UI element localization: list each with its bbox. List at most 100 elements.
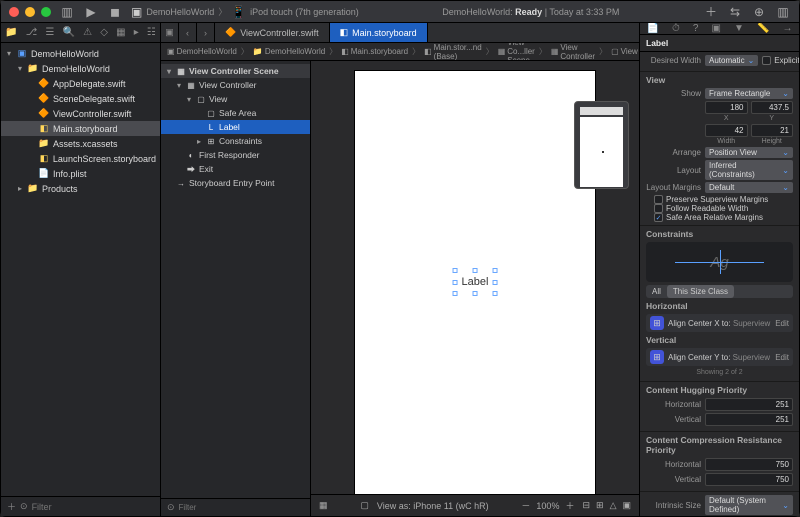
editor-tab[interactable]: ◧Main.storyboard xyxy=(330,23,428,42)
report-nav-icon[interactable]: ☷ xyxy=(147,27,156,38)
file-row[interactable]: ▸📁Products xyxy=(1,181,160,196)
file-row[interactable]: 🔶ViewController.swift xyxy=(1,106,160,121)
inspector-toggle-icon[interactable]: ▥ xyxy=(775,4,791,20)
y-field[interactable]: 437.5 xyxy=(751,101,794,114)
navigator-tabs[interactable]: 📁 ⎇ ☰ 🔍 ⚠ ◇ ▦ ▸ ☷ xyxy=(1,23,160,43)
jump-item[interactable]: View xyxy=(621,47,638,56)
history-insp-icon[interactable]: ⏱ xyxy=(672,23,680,34)
outline-toggle-icon[interactable]: ▦ xyxy=(319,500,328,511)
outline-filter[interactable] xyxy=(179,503,304,512)
close-button[interactable] xyxy=(9,7,19,17)
jump-item[interactable]: View Controller xyxy=(560,43,595,61)
desired-width-auto[interactable]: Automatic xyxy=(705,55,758,66)
safe-area-checkbox[interactable]: ✓ xyxy=(654,213,663,222)
layout-popup[interactable]: Inferred (Constraints) xyxy=(705,160,793,180)
jump-item[interactable]: DemoHelloWorld xyxy=(177,47,237,56)
find-nav-icon[interactable]: 🔍 xyxy=(63,27,75,38)
scheme-selector[interactable]: ▣ DemoHelloWorld 〉 📱 iPod touch (7th gen… xyxy=(131,5,359,19)
pin-icon[interactable]: ⊞ xyxy=(596,500,604,511)
identity-insp-icon[interactable]: ▣ xyxy=(711,23,720,34)
comp-h-field[interactable]: 750 xyxy=(705,458,793,471)
preserve-margins-checkbox[interactable] xyxy=(654,195,663,204)
edit-constraint-button-v[interactable]: Edit xyxy=(775,353,789,362)
attributes-insp-icon[interactable]: ▼ xyxy=(734,23,744,34)
issue-nav-icon[interactable]: ⚠ xyxy=(83,27,92,38)
jump-item[interactable]: Main.storyboard xyxy=(351,47,408,56)
nav-fwd-icon[interactable]: › xyxy=(197,23,215,42)
outline-row[interactable]: ▾▦View Controller Scene xyxy=(161,64,310,78)
explicit-checkbox[interactable] xyxy=(762,56,771,65)
constraint-row-h[interactable]: ⊞ Align Center X to: Superview Edit xyxy=(646,314,793,332)
back-button[interactable]: ▣ xyxy=(161,23,179,42)
zoom-value[interactable]: 100% xyxy=(536,501,559,511)
file-insp-icon[interactable]: 📄 xyxy=(647,23,659,34)
outline-tree[interactable]: ▾▦View Controller Scene▾▦View Controller… xyxy=(161,61,310,498)
help-insp-icon[interactable]: ? xyxy=(693,23,699,34)
jump-item[interactable]: DemoHelloWorld xyxy=(265,47,325,56)
file-tree[interactable]: ▾▣DemoHelloWorld▾📁DemoHelloWorld🔶AppDele… xyxy=(1,43,160,496)
inspector-tabs[interactable]: 📄 ⏱ ? ▣ ▼ 📏 → xyxy=(640,23,799,35)
outline-row[interactable]: ▾▢View xyxy=(161,92,310,106)
outline-row[interactable]: LLabel xyxy=(161,120,310,134)
file-row[interactable]: 🔶AppDelegate.swift xyxy=(1,76,160,91)
resolve-icon[interactable]: △ xyxy=(610,500,617,511)
x-field[interactable]: 180 xyxy=(705,101,748,114)
margins-popup[interactable]: Default xyxy=(705,182,793,193)
ib-canvas[interactable]: → Label xyxy=(311,61,639,516)
selected-label[interactable]: Label xyxy=(460,275,491,289)
size-class-segment[interactable]: AllThis Size Class xyxy=(646,285,793,298)
align-icon[interactable]: ⊟ xyxy=(582,500,590,511)
device-config-icon[interactable]: ▢ xyxy=(360,500,369,511)
sidebar-toggle-icon[interactable]: ▥ xyxy=(59,4,75,20)
file-row[interactable]: ◧LaunchScreen.storyboard xyxy=(1,151,160,166)
navigator-filter[interactable] xyxy=(32,502,154,512)
test-nav-icon[interactable]: ◇ xyxy=(100,27,108,38)
stop-button[interactable]: ◼ xyxy=(107,4,123,20)
intrinsic-popup[interactable]: Default (System Defined) xyxy=(705,495,793,515)
editor-options-button[interactable]: ⇆ xyxy=(727,4,743,20)
jump-item[interactable]: Main.stor...nd (Base) xyxy=(434,43,482,61)
add-file-icon[interactable]: ＋ xyxy=(7,500,16,513)
folder-nav-icon[interactable]: 📁 xyxy=(5,27,17,38)
readable-width-checkbox[interactable] xyxy=(654,204,663,213)
filter-scope-icon[interactable]: ⊙ xyxy=(20,501,28,512)
run-button[interactable]: ▶ xyxy=(83,4,99,20)
zoom-button[interactable] xyxy=(41,7,51,17)
constraint-overview[interactable]: Ag xyxy=(646,242,793,282)
size-insp-icon[interactable]: 📏 xyxy=(757,23,769,34)
jump-item[interactable]: View Co...ller Scene xyxy=(507,43,535,61)
hug-h-field[interactable]: 251 xyxy=(705,398,793,411)
nav-back-icon[interactable]: ‹ xyxy=(179,23,197,42)
bp-nav-icon[interactable]: ▸ xyxy=(134,27,139,38)
height-field[interactable]: 21 xyxy=(751,124,794,137)
outline-row[interactable]: ⮕Exit xyxy=(161,162,310,176)
symbol-nav-icon[interactable]: ☰ xyxy=(45,27,54,38)
library-button[interactable]: ⊕ xyxy=(751,4,767,20)
zoom-out-icon[interactable]: － xyxy=(521,499,530,512)
scm-nav-icon[interactable]: ⎇ xyxy=(26,27,38,38)
outline-row[interactable]: ▾▦View Controller xyxy=(161,78,310,92)
outline-row[interactable]: ▸⊞Constraints xyxy=(161,134,310,148)
debug-nav-icon[interactable]: ▦ xyxy=(116,27,125,38)
add-editor-button[interactable]: ＋ xyxy=(703,4,719,20)
embed-icon[interactable]: ▣ xyxy=(622,500,631,511)
file-row[interactable]: ◧Main.storyboard xyxy=(1,121,160,136)
zoom-in-icon[interactable]: ＋ xyxy=(565,499,574,512)
minimap[interactable] xyxy=(574,101,629,189)
outline-row[interactable]: ◐First Responder xyxy=(161,148,310,162)
connections-insp-icon[interactable]: → xyxy=(782,23,792,34)
constraint-row-v[interactable]: ⊞ Align Center Y to: Superview Edit xyxy=(646,348,793,366)
view-as-label[interactable]: View as: iPhone 11 (wC hR) xyxy=(377,501,489,511)
jump-bar[interactable]: ▣DemoHelloWorld〉📁DemoHelloWorld〉◧Main.st… xyxy=(161,43,639,61)
comp-v-field[interactable]: 750 xyxy=(705,473,793,486)
file-row[interactable]: ▾📁DemoHelloWorld xyxy=(1,61,160,76)
arrange-popup[interactable]: Position View xyxy=(705,147,793,158)
edit-constraint-button[interactable]: Edit xyxy=(775,319,789,328)
hug-v-field[interactable]: 251 xyxy=(705,413,793,426)
file-row[interactable]: ▾▣DemoHelloWorld xyxy=(1,46,160,61)
file-row[interactable]: 📁Assets.xcassets xyxy=(1,136,160,151)
file-row[interactable]: 📄Info.plist xyxy=(1,166,160,181)
outline-row[interactable]: →Storyboard Entry Point xyxy=(161,176,310,190)
outline-row[interactable]: ▢Safe Area xyxy=(161,106,310,120)
view-controller-canvas[interactable]: Label xyxy=(355,71,595,494)
